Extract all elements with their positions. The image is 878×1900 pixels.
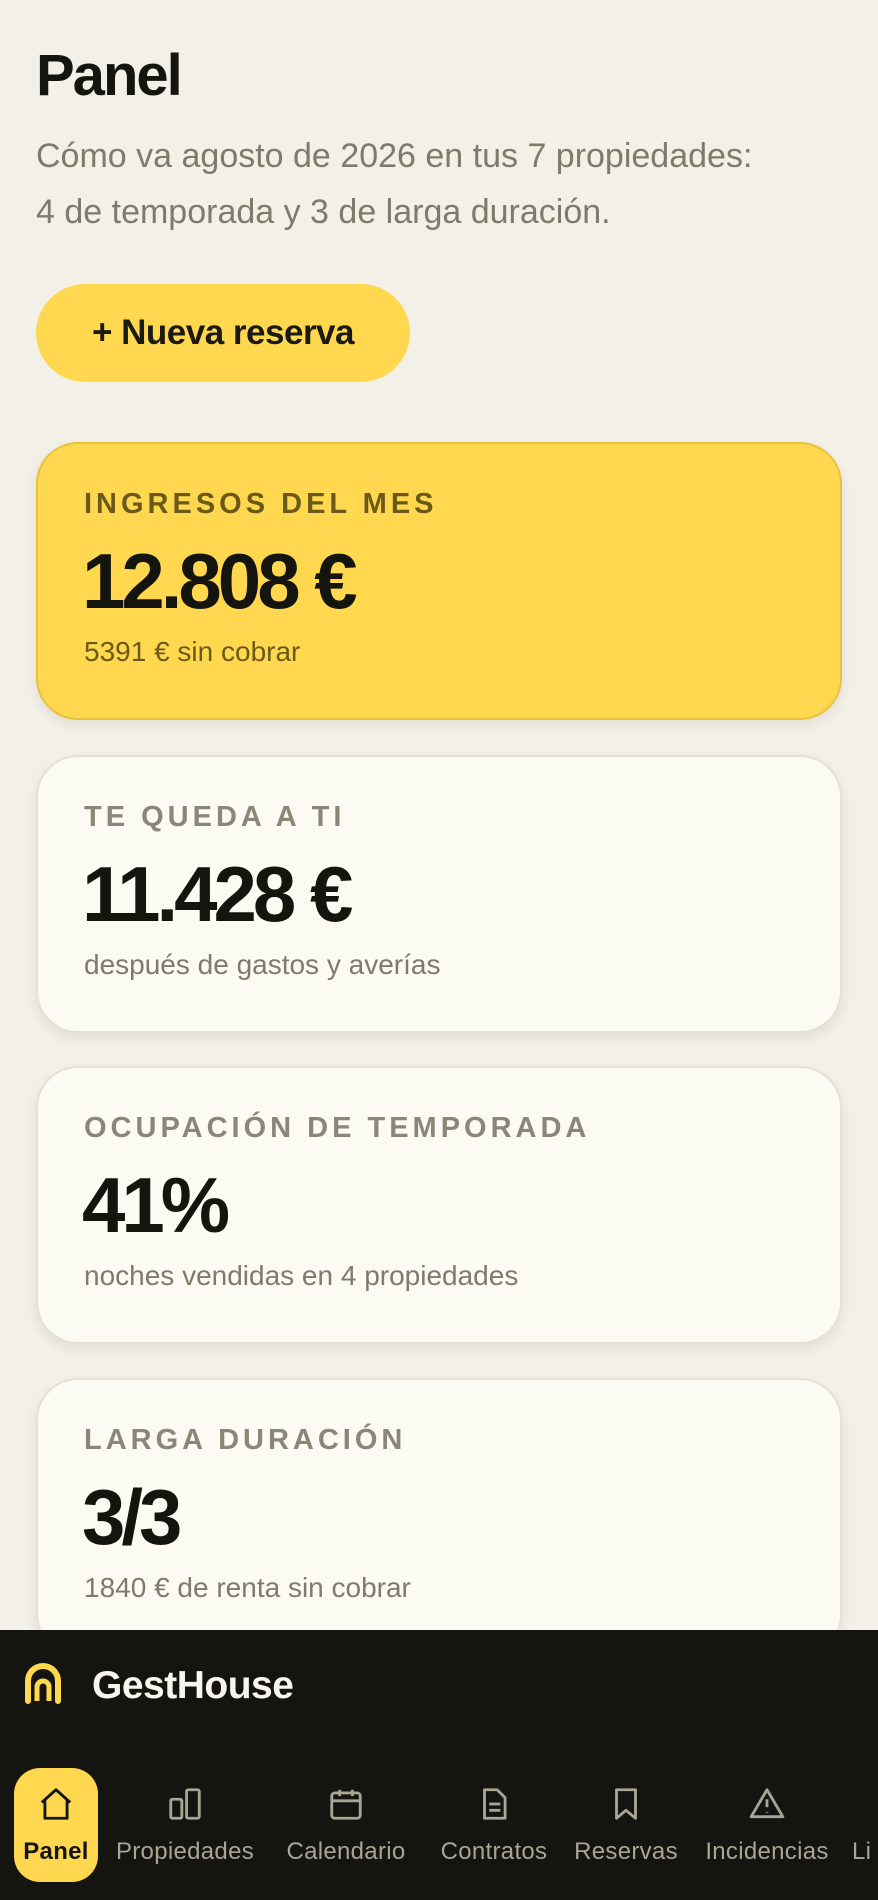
occupancy-value: 41% [82, 1161, 230, 1249]
income-note: 5391 € sin cobrar [84, 636, 301, 667]
page-subtitle: Cómo va agosto de 2026 en tus 7 propieda… [36, 128, 836, 240]
income-card[interactable]: INGRESOS DEL MES 12.808 € 5391 € sin cob… [36, 442, 842, 720]
nav-item-li[interactable]: Li [852, 1768, 878, 1882]
net-income-card[interactable]: TE QUEDA A TI 11.428 € después de gastos… [36, 755, 842, 1033]
brand[interactable]: GestHouse [22, 1658, 294, 1714]
buildings-icon [166, 1785, 204, 1838]
occupancy-label: OCUPACIÓN DE TEMPORADA [84, 1112, 591, 1144]
cleaning-icon [852, 1785, 878, 1838]
nav-label-reservas: Reservas [574, 1837, 678, 1865]
occupancy-note: noches vendidas en 4 propiedades [84, 1260, 519, 1291]
calendar-icon [327, 1785, 365, 1838]
income-value: 12.808 € [82, 537, 358, 625]
home-icon [37, 1785, 75, 1838]
subtitle-line-2: 4 de temporada y 3 de larga duración. [36, 193, 611, 231]
bookmark-icon [607, 1785, 645, 1838]
nav-item-reservas[interactable]: Reservas [570, 1768, 682, 1882]
page-title: Panel [36, 43, 183, 108]
long-stay-label: LARGA DURACIÓN [84, 1424, 407, 1456]
gesthouse-logo-icon [22, 1662, 64, 1710]
long-stay-value: 3/3 [82, 1473, 182, 1561]
nav-item-panel[interactable]: Panel [14, 1768, 98, 1882]
occupancy-card[interactable]: OCUPACIÓN DE TEMPORADA 41% noches vendid… [36, 1066, 842, 1344]
bottom-bar: GestHouse Panel Propiedades Calendario C… [0, 1630, 878, 1900]
warning-icon [748, 1785, 786, 1838]
nav-item-propiedades[interactable]: Propiedades [110, 1768, 260, 1882]
nav-item-contratos[interactable]: Contratos [430, 1768, 558, 1882]
long-stay-note: 1840 € de renta sin cobrar [84, 1572, 411, 1603]
nav-label-contratos: Contratos [440, 1837, 548, 1865]
nav-label-calendario: Calendario [286, 1837, 406, 1865]
net-income-note: después de gastos y averías [84, 949, 441, 980]
nav-label-li: Li [852, 1837, 872, 1865]
document-icon [475, 1785, 513, 1838]
nav-item-incidencias[interactable]: Incidencias [696, 1768, 838, 1882]
nav-label-incidencias: Incidencias [705, 1837, 829, 1865]
nav-item-calendario[interactable]: Calendario [276, 1768, 416, 1882]
net-income-value: 11.428 € [82, 850, 353, 938]
subtitle-line-1: Cómo va agosto de 2026 en tus 7 propieda… [36, 137, 753, 175]
brand-name: GestHouse [92, 1664, 294, 1707]
net-income-label: TE QUEDA A TI [84, 801, 346, 833]
new-booking-button[interactable]: + Nueva reserva [36, 284, 410, 382]
nav-label-propiedades: Propiedades [115, 1837, 255, 1865]
income-label: INGRESOS DEL MES [84, 488, 438, 520]
long-stay-card[interactable]: LARGA DURACIÓN 3/3 1840 € de renta sin c… [36, 1378, 842, 1656]
nav-label-panel: Panel [23, 1837, 89, 1865]
bottom-nav: Panel Propiedades Calendario Contratos R… [0, 1768, 878, 1886]
